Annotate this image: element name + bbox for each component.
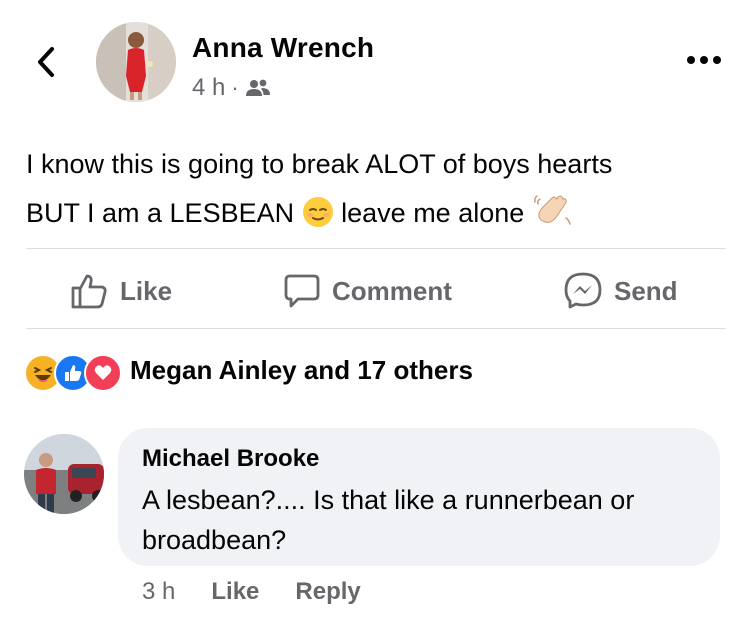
back-button[interactable] — [30, 44, 62, 80]
post-meta: 4 h · — [192, 74, 271, 102]
send-label: Send — [614, 275, 678, 306]
comment-label: Comment — [332, 275, 452, 306]
post-text-segment: leave me alone — [341, 198, 525, 228]
chevron-left-icon — [38, 47, 54, 77]
waving-hand-emoji — [533, 195, 571, 225]
reactions-summary[interactable]: Megan Ainley and 17 others — [130, 355, 473, 386]
avatar-photo — [96, 22, 176, 102]
reaction-icons[interactable] — [24, 354, 122, 392]
post-author-name[interactable]: Anna Wrench — [192, 32, 374, 64]
thumbs-up-icon — [71, 274, 107, 309]
comment-icon — [284, 274, 320, 308]
comment-button[interactable]: Comment — [284, 268, 452, 314]
post-text-line-1: I know this is going to break ALOT of bo… — [26, 149, 613, 179]
comment-reply-button[interactable]: Reply — [295, 578, 360, 606]
more-options-button[interactable] — [684, 48, 724, 72]
comment-time[interactable]: 3 h — [142, 578, 175, 606]
more-dots-icon — [687, 56, 721, 64]
comment-bubble: Michael Brooke A lesbean?.... Is that li… — [118, 428, 720, 566]
divider — [26, 328, 726, 329]
love-reaction-icon — [84, 354, 122, 392]
comment-text: A lesbean?.... Is that like a runnerbean… — [142, 485, 635, 555]
post-text-line-2: BUT I am a LESBEAN leave me alone — [26, 189, 726, 238]
send-button[interactable]: Send — [564, 268, 678, 314]
comment-actions: 3 h Like Reply — [142, 578, 397, 606]
avatar-photo — [24, 434, 104, 514]
comment-like-button[interactable]: Like — [211, 578, 259, 606]
meta-separator: · — [231, 75, 239, 100]
like-button[interactable]: Like — [70, 268, 172, 314]
author-avatar[interactable] — [96, 22, 176, 102]
divider — [26, 248, 726, 249]
friends-icon — [245, 79, 270, 96]
post-view: Anna Wrench 4 h · I know this is going t… — [0, 0, 749, 633]
like-label: Like — [120, 275, 173, 306]
comment-author-name[interactable]: Michael Brooke — [142, 444, 696, 474]
post-text-segment: BUT I am a LESBEAN — [26, 198, 295, 228]
post-time[interactable]: 4 h — [192, 74, 225, 102]
messenger-icon — [564, 272, 602, 309]
commenter-avatar[interactable] — [24, 434, 104, 514]
post-text: I know this is going to break ALOT of bo… — [26, 140, 726, 238]
relieved-face-emoji — [302, 197, 333, 227]
